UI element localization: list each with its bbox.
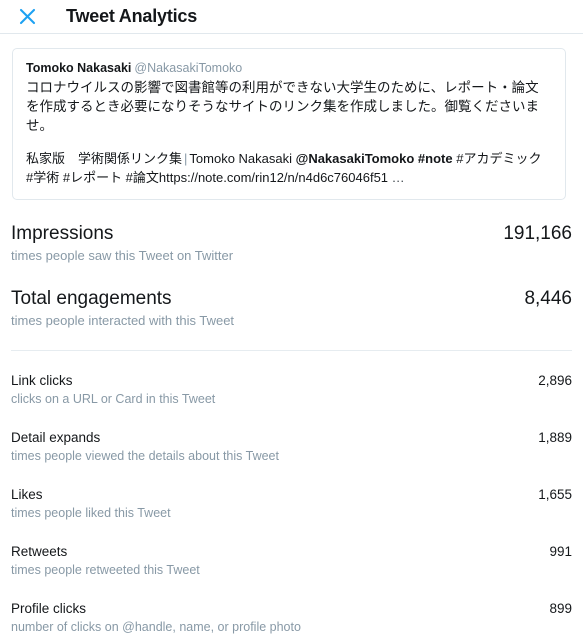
metric-value: 1,889 (538, 430, 572, 445)
quoted-hashtag-note: #note (417, 151, 453, 166)
metric-value: 1,655 (538, 487, 572, 502)
metric-label: Total engagements (11, 288, 172, 309)
tweet-author-handle: @NakasakiTomoko (134, 61, 243, 75)
metric-left: Detail expands times people viewed the d… (11, 429, 279, 465)
metric-description: times people saw this Tweet on Twitter (11, 248, 234, 263)
dialog-header: Tweet Analytics (0, 0, 583, 34)
metric-value: 991 (549, 544, 572, 559)
metric-label: Profile clicks (11, 601, 87, 616)
metric-value: 2,896 (538, 373, 572, 388)
metric-label: Likes (11, 487, 43, 502)
tweet-author-line: Tomoko Nakasaki @NakasakiTomoko (26, 60, 552, 77)
metric-description: times people viewed the details about th… (11, 449, 279, 463)
tweet-preview-card[interactable]: Tomoko Nakasaki @NakasakiTomoko コロナウイルスの影… (12, 48, 566, 200)
metric-left: Retweets times people retweeted this Twe… (11, 543, 200, 579)
quoted-author-handle: @NakasakiTomoko (295, 151, 415, 166)
metric-row-total-engagements: Total engagements times people interacte… (11, 265, 572, 330)
close-button[interactable] (10, 0, 44, 34)
tweet-body-text: コロナウイルスの影響で図書館等の利用ができない大学生のために、レポート・論文を作… (26, 80, 539, 133)
quoted-ellipsis: … (391, 170, 405, 185)
metric-left: Likes times people liked this Tweet (11, 486, 171, 522)
metric-label: Detail expands (11, 430, 101, 445)
metric-label: Impressions (11, 223, 114, 244)
metric-row-retweets: Retweets times people retweeted this Twe… (11, 522, 572, 579)
metric-description: clicks on a URL or Card in this Tweet (11, 392, 216, 406)
metrics-breakdown-list: Link clicks clicks on a URL or Card in t… (0, 351, 583, 634)
metric-value: 191,166 (503, 223, 572, 244)
quoted-author-name: Tomoko Nakasaki (189, 151, 293, 166)
metrics-list: Impressions times people saw this Tweet … (0, 200, 583, 330)
metric-row-impressions: Impressions times people saw this Tweet … (11, 200, 572, 265)
metric-description: times people liked this Tweet (11, 506, 171, 520)
metric-left: Impressions times people saw this Tweet … (11, 222, 233, 265)
metric-description: number of clicks on @handle, name, or pr… (11, 620, 301, 634)
close-icon (19, 8, 36, 25)
quoted-url: https://note.com/rin12/n/n4d6c76046f51 (158, 170, 389, 185)
metric-row-likes: Likes times people liked this Tweet 1,65… (11, 465, 572, 522)
metric-row-detail-expands: Detail expands times people viewed the d… (11, 408, 572, 465)
metric-label: Retweets (11, 544, 68, 559)
metric-value: 8,446 (524, 288, 572, 309)
metric-left: Profile clicks number of clicks on @hand… (11, 600, 301, 634)
metric-row-link-clicks: Link clicks clicks on a URL or Card in t… (11, 351, 572, 408)
tweet-author-name: Tomoko Nakasaki (26, 61, 132, 75)
metric-left: Total engagements times people interacte… (11, 287, 234, 330)
metric-row-profile-clicks: Profile clicks number of clicks on @hand… (11, 579, 572, 634)
metric-value: 899 (549, 601, 572, 616)
metric-description: times people retweeted this Tweet (11, 563, 200, 577)
page-title: Tweet Analytics (66, 6, 198, 26)
quoted-title: 私家版 学術関係リンク集 (26, 151, 183, 166)
metric-left: Link clicks clicks on a URL or Card in t… (11, 372, 215, 408)
metric-description: times people interacted with this Tweet (11, 313, 235, 328)
metric-label: Link clicks (11, 373, 73, 388)
tweet-quoted-link-preview[interactable]: 私家版 学術関係リンク集 | Tomoko Nakasaki @NakasakiTo… (26, 149, 552, 187)
